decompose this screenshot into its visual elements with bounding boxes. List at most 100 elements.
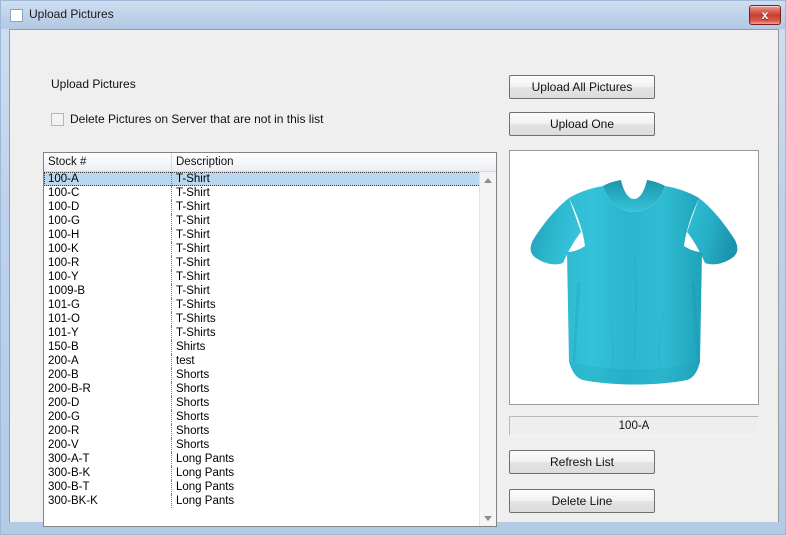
cell-description: T-Shirts [176, 313, 216, 325]
cell-stock: 100-K [44, 242, 172, 256]
table-row[interactable]: 200-D Shorts [44, 396, 481, 410]
table-row[interactable]: 100-H T-Shirt [44, 228, 481, 242]
upload-one-button[interactable]: Upload One [509, 112, 655, 136]
cell-description: T-Shirt [176, 187, 210, 199]
cell-stock: 101-Y [44, 326, 172, 340]
list-body[interactable]: 100-A T-Shirt 100-C T-Shirt 100-D T-Shirt 100-… [44, 172, 481, 526]
table-row[interactable]: 300-B-T Long Pants [44, 480, 481, 494]
table-row[interactable]: 200-A test [44, 354, 481, 368]
cell-stock: 200-G [44, 410, 172, 424]
page-title: Upload Pictures [51, 77, 136, 91]
table-row[interactable]: 200-R Shorts [44, 424, 481, 438]
table-row[interactable]: 100-A T-Shirt [44, 172, 481, 186]
cell-stock: 200-A [44, 354, 172, 368]
table-row[interactable]: 300-A-T Long Pants [44, 452, 481, 466]
cell-stock: 200-V [44, 438, 172, 452]
table-row[interactable]: 300-B-K Long Pants [44, 466, 481, 480]
table-row[interactable]: 100-K T-Shirt [44, 242, 481, 256]
delete-line-button[interactable]: Delete Line [509, 489, 655, 513]
cell-description: T-Shirt [176, 257, 210, 269]
cell-description: Long Pants [176, 467, 235, 479]
title-bar[interactable]: Upload Pictures x [1, 1, 785, 29]
scrollbar-thumb[interactable] [480, 189, 496, 509]
cell-stock: 101-O [44, 312, 172, 326]
cell-description: T-Shirt [176, 285, 210, 297]
picture-preview[interactable] [509, 150, 759, 405]
table-row[interactable]: 100-D T-Shirt [44, 200, 481, 214]
list-header: Stock # Description [44, 153, 496, 172]
table-row[interactable]: 200-V Shorts [44, 438, 481, 452]
cell-description: Shorts [176, 383, 210, 395]
cell-description: Shorts [176, 369, 210, 381]
upload-pictures-window: Upload Pictures x Upload Pictures Delete… [0, 0, 786, 535]
cell-stock: 1009-B [44, 284, 172, 298]
cell-description: T-Shirts [176, 327, 216, 339]
checkbox-box[interactable] [51, 112, 64, 126]
cell-stock: 150-B [44, 340, 172, 354]
refresh-list-button[interactable]: Refresh List [509, 450, 655, 474]
cell-description: T-Shirt [176, 229, 210, 241]
cell-stock: 100-A [44, 172, 172, 186]
cell-description: T-Shirt [176, 173, 210, 185]
column-header-description[interactable]: Description [172, 153, 496, 172]
window-title: Upload Pictures [29, 7, 114, 21]
stock-list[interactable]: Stock # Description 100-A T-Shirt 100-C T-S… [43, 152, 497, 527]
table-row[interactable]: 100-Y T-Shirt [44, 270, 481, 284]
table-row[interactable]: 101-G T-Shirts [44, 298, 481, 312]
table-row[interactable]: 200-B-R Shorts [44, 382, 481, 396]
cell-stock: 200-R [44, 424, 172, 438]
cell-stock: 300-B-K [44, 466, 172, 480]
cell-description: T-Shirt [176, 243, 210, 255]
cell-stock: 200-B-R [44, 382, 172, 396]
tshirt-image [510, 151, 758, 404]
cell-stock: 100-C [44, 186, 172, 200]
table-row[interactable]: 101-Y T-Shirts [44, 326, 481, 340]
cell-stock: 100-R [44, 256, 172, 270]
scroll-up-arrow-icon[interactable] [480, 172, 496, 189]
table-row[interactable]: 101-O T-Shirts [44, 312, 481, 326]
cell-description: Shorts [176, 411, 210, 423]
cell-description: T-Shirt [176, 215, 210, 227]
table-row[interactable]: 200-B Shorts [44, 368, 481, 382]
cell-stock: 200-D [44, 396, 172, 410]
cell-description: T-Shirt [176, 271, 210, 283]
cell-description: test [176, 355, 195, 367]
cell-stock: 300-B-T [44, 480, 172, 494]
close-button[interactable]: x [749, 5, 781, 25]
cell-stock: 300-A-T [44, 452, 172, 466]
cell-description: Shorts [176, 439, 210, 451]
close-icon: x [761, 8, 769, 22]
window-icon [10, 9, 23, 22]
cell-description: Shorts [176, 397, 210, 409]
table-row[interactable]: 100-G T-Shirt [44, 214, 481, 228]
cell-description: Long Pants [176, 453, 235, 465]
upload-all-pictures-button[interactable]: Upload All Pictures [509, 75, 655, 99]
table-row[interactable]: 100-C T-Shirt [44, 186, 481, 200]
cell-stock: 200-B [44, 368, 172, 382]
cell-stock: 100-Y [44, 270, 172, 284]
selected-stock-label: 100-A [509, 416, 759, 436]
delete-pictures-checkbox[interactable]: Delete Pictures on Server that are not i… [51, 112, 323, 126]
list-vertical-scrollbar[interactable] [479, 172, 496, 526]
cell-stock: 101-G [44, 298, 172, 312]
cell-description: Long Pants [176, 481, 235, 493]
scroll-down-arrow-icon[interactable] [480, 510, 496, 526]
cell-description: Shirts [176, 341, 206, 353]
cell-description: Long Pants [176, 495, 235, 507]
cell-stock: 100-H [44, 228, 172, 242]
table-row[interactable]: 100-R T-Shirt [44, 256, 481, 270]
delete-pictures-checkbox-label: Delete Pictures on Server that are not i… [70, 112, 324, 126]
table-row[interactable]: 1009-B T-Shirt [44, 284, 481, 298]
table-row[interactable]: 200-G Shorts [44, 410, 481, 424]
cell-stock: 100-D [44, 200, 172, 214]
cell-description: T-Shirts [176, 299, 216, 311]
table-row[interactable]: 150-B Shirts [44, 340, 481, 354]
column-header-stock[interactable]: Stock # [44, 153, 172, 172]
tshirt-graphic [530, 179, 738, 384]
table-row[interactable]: 300-BK-K Long Pants [44, 494, 481, 508]
cell-description: T-Shirt [176, 201, 210, 213]
cell-stock: 100-G [44, 214, 172, 228]
cell-description: Shorts [176, 425, 210, 437]
cell-stock: 300-BK-K [44, 494, 172, 508]
client-area: Upload Pictures Delete Pictures on Serve… [9, 29, 779, 527]
